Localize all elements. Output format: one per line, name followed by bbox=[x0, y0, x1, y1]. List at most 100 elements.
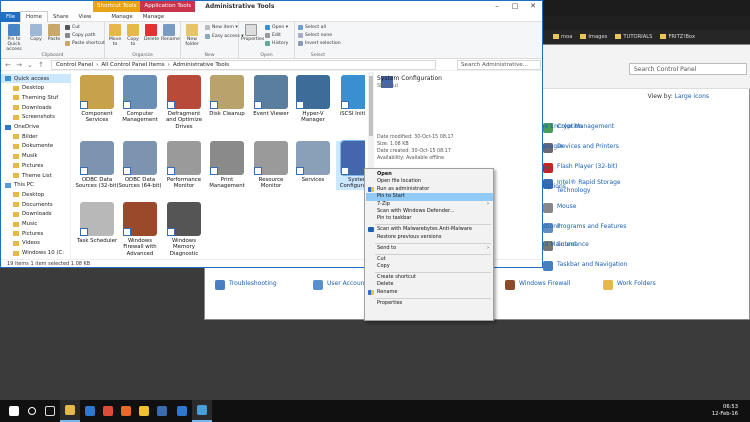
move-to-button[interactable]: Move to bbox=[108, 24, 122, 47]
cp-item-windows-firewall[interactable]: Windows Firewall bbox=[505, 280, 570, 290]
context-menu-item[interactable]: Restore previous versions bbox=[366, 234, 493, 241]
new-item-button[interactable]: New item ▾ bbox=[205, 25, 238, 30]
admin-tool-item[interactable]: Services bbox=[291, 141, 335, 183]
admin-tool-item[interactable]: iSCSI Initiator bbox=[336, 75, 365, 117]
view-by[interactable]: View by: Large icons bbox=[648, 93, 709, 100]
address-bar[interactable]: Control Panel › All Control Panel Items › … bbox=[51, 60, 436, 70]
context-menu-item[interactable]: Cut bbox=[366, 256, 493, 263]
nav-item[interactable]: Theme List bbox=[1, 171, 71, 180]
tab-application-tools[interactable]: Application Tools bbox=[140, 1, 196, 12]
context-menu-item[interactable]: Run as administrator bbox=[366, 186, 493, 193]
nav-item[interactable]: Desktop bbox=[1, 190, 71, 199]
select-all-button[interactable]: Select all bbox=[298, 25, 326, 30]
invert-selection-button[interactable]: Invert selection bbox=[298, 41, 341, 46]
tab-manage-shortcut[interactable]: Manage bbox=[106, 12, 137, 22]
cut-button[interactable]: Cut bbox=[65, 25, 80, 30]
nav-item[interactable]: This PC bbox=[1, 181, 71, 190]
easy-access-button[interactable]: Easy access ▾ bbox=[205, 34, 244, 39]
tab-shortcut-tools[interactable]: Shortcut Tools bbox=[93, 1, 141, 12]
breadcrumb-control-panel[interactable]: Control Panel bbox=[56, 61, 93, 69]
context-menu-item[interactable]: Pin to Start bbox=[366, 193, 493, 201]
context-menu-item[interactable]: Properties bbox=[366, 300, 493, 307]
nav-item[interactable]: Documents bbox=[1, 200, 71, 209]
admin-tool-item[interactable]: Event Viewer bbox=[249, 75, 293, 117]
cp-item-taskbar-navigation[interactable]: Taskbar and Navigation bbox=[543, 261, 627, 271]
taskbar-button[interactable] bbox=[172, 400, 192, 422]
breadcrumb-all-items[interactable]: All Control Panel Items bbox=[101, 61, 164, 69]
context-menu-item[interactable]: Rename bbox=[366, 289, 493, 296]
admin-tool-item[interactable]: Computer Management bbox=[118, 75, 162, 124]
context-menu-item[interactable]: Scan with Windows Defender... bbox=[366, 208, 493, 215]
copy-path-button[interactable]: Copy path bbox=[65, 33, 96, 38]
admin-tool-item[interactable]: Hyper-V Manager bbox=[291, 75, 335, 124]
minimize-button[interactable]: – bbox=[488, 1, 506, 12]
cp-item-user-accounts[interactable]: User Accounts bbox=[313, 280, 370, 290]
tab-share[interactable]: Share bbox=[48, 12, 74, 22]
properties-button[interactable]: Properties bbox=[241, 24, 264, 42]
nav-item[interactable]: OneDrive bbox=[1, 123, 71, 132]
admin-tool-item[interactable]: Performance Monitor bbox=[162, 141, 206, 190]
context-menu-item[interactable]: Copy bbox=[366, 263, 493, 270]
context-menu-item[interactable]: Create shortcut bbox=[366, 274, 493, 281]
admin-tool-item[interactable]: Defragment and Optimize Drives bbox=[162, 75, 206, 130]
admin-tool-item[interactable]: Task Scheduler bbox=[75, 202, 119, 244]
nav-item[interactable]: Theming Stuf bbox=[1, 93, 71, 102]
admin-tool-item[interactable]: ODBC Data Sources (64-bit) bbox=[118, 141, 162, 190]
taskbar-button[interactable] bbox=[134, 400, 154, 422]
select-none-button[interactable]: Select none bbox=[298, 33, 332, 38]
copy-to-button[interactable]: Copy to bbox=[126, 24, 140, 47]
nav-item[interactable]: Quick access bbox=[1, 74, 71, 83]
cp-item-bitlocker[interactable]: rive Encryption bbox=[537, 123, 583, 131]
context-menu-item[interactable]: Scan with Malwarebytes Anti-Malware bbox=[366, 226, 493, 233]
context-menu-item[interactable]: Open file location bbox=[366, 178, 493, 185]
open-button[interactable]: Open ▾ bbox=[265, 25, 288, 30]
taskbar-button[interactable] bbox=[116, 400, 136, 422]
cp-item-mouse[interactable]: Mouse bbox=[543, 203, 576, 213]
bookmark-item[interactable]: TUTORIALS bbox=[615, 34, 652, 40]
cp-item-work-folders[interactable]: Work Folders bbox=[603, 280, 656, 290]
admin-tool-item[interactable]: ODBC Data Sources (32-bit) bbox=[75, 141, 119, 190]
nav-item[interactable]: Bilder bbox=[1, 132, 71, 141]
close-button[interactable]: ✕ bbox=[524, 1, 542, 12]
admin-tool-item[interactable]: Windows Memory Diagnostic bbox=[162, 202, 206, 257]
tab-manage-application[interactable]: Manage bbox=[138, 12, 169, 22]
admin-tool-item[interactable]: System Configuration bbox=[336, 140, 365, 190]
recent-dropdown-icon[interactable]: ⌄ bbox=[26, 61, 34, 69]
taskbar-button[interactable] bbox=[192, 400, 212, 422]
cp-item-flash-player[interactable]: Flash Player (32-bit) bbox=[543, 163, 618, 173]
admin-tool-item[interactable]: Resource Monitor bbox=[249, 141, 293, 190]
context-menu-item[interactable]: Delete bbox=[366, 281, 493, 288]
breadcrumb-admin-tools[interactable]: Administrative Tools bbox=[173, 61, 229, 69]
rename-button[interactable]: Rename bbox=[161, 24, 180, 42]
new-folder-button[interactable]: New folder bbox=[184, 24, 200, 47]
pin-quick-access-button[interactable]: Pin to Quick access bbox=[3, 24, 25, 52]
context-menu-item[interactable]: 7-Zip › bbox=[366, 201, 493, 208]
admin-tool-item[interactable]: Print Management bbox=[205, 141, 249, 190]
taskbar-button[interactable] bbox=[152, 400, 172, 422]
explorer-search-input[interactable]: Search Administrative... bbox=[457, 60, 541, 70]
back-arrow-icon[interactable]: ← bbox=[4, 61, 12, 69]
admin-tool-item[interactable]: Disk Cleanup bbox=[205, 75, 249, 117]
scrollbar-thumb[interactable] bbox=[369, 76, 373, 136]
nav-item[interactable]: Musik bbox=[1, 152, 71, 161]
nav-item[interactable]: Screenshots bbox=[1, 113, 71, 122]
copy-button[interactable]: Copy bbox=[29, 24, 43, 42]
history-button[interactable]: History bbox=[265, 41, 288, 46]
taskbar-button[interactable] bbox=[80, 400, 100, 422]
context-menu-item[interactable]: Open bbox=[366, 171, 493, 178]
delete-button[interactable]: Delete bbox=[144, 24, 159, 42]
paste-button[interactable]: Paste bbox=[47, 24, 61, 42]
nav-item[interactable]: Videos bbox=[1, 239, 71, 248]
paste-shortcut-button[interactable]: Paste shortcut bbox=[65, 41, 105, 46]
taskbar-button[interactable] bbox=[4, 400, 24, 422]
tab-file[interactable]: File bbox=[1, 11, 21, 22]
cp-item-troubleshooting[interactable]: Troubleshooting bbox=[215, 280, 277, 290]
nav-item[interactable]: Dokumente bbox=[1, 142, 71, 151]
taskbar-button[interactable] bbox=[22, 400, 42, 422]
nav-item[interactable]: Desktop bbox=[1, 84, 71, 93]
control-panel-search-input[interactable]: Search Control Panel bbox=[629, 63, 747, 75]
cp-item-security-maintenance[interactable]: and Maintenance bbox=[537, 241, 589, 249]
clock[interactable]: 06:53 12-Feb-16 bbox=[712, 404, 738, 417]
taskbar-button[interactable] bbox=[98, 400, 118, 422]
taskbar-button[interactable] bbox=[60, 400, 80, 422]
